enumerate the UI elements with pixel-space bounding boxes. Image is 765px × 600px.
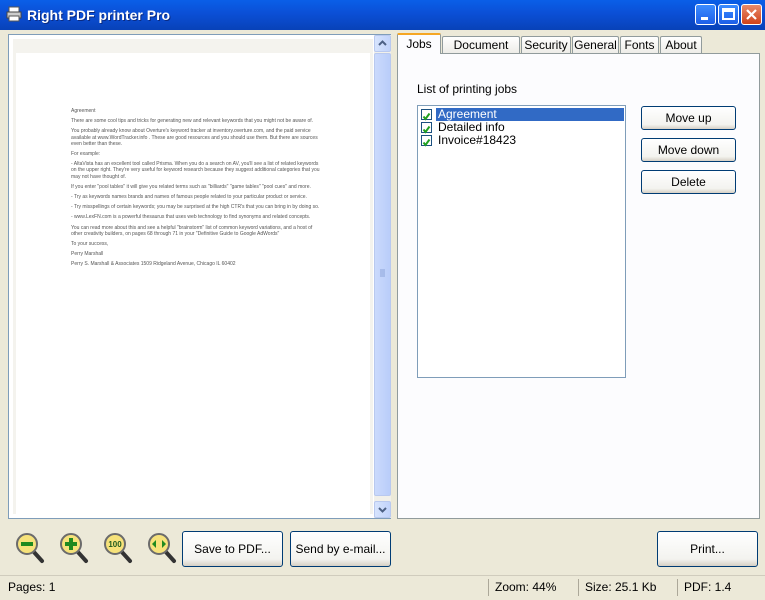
move-down-button[interactable]: Move down — [641, 138, 736, 162]
close-button[interactable] — [741, 4, 762, 25]
preview-paragraph: - www.LexFN.com is a powerful thesaurus … — [71, 214, 311, 221]
preview-paragraph: You probably already know about Overture… — [71, 128, 318, 147]
preview-paragraph: Perry S. Marshall & Associates 1509 Ridg… — [71, 261, 236, 268]
zoom-100-text: 100 — [108, 540, 122, 549]
print-button[interactable]: Print... — [657, 531, 758, 567]
printer-icon — [6, 6, 22, 22]
tab-fonts[interactable]: Fonts — [620, 36, 659, 54]
tab-general[interactable]: General — [572, 36, 619, 54]
move-up-button[interactable]: Move up — [641, 106, 736, 130]
preview-paragraph: - AltaVista has an excellent tool called… — [71, 161, 320, 180]
preview-paragraph: - Try misspellings of certain keywords; … — [71, 204, 320, 211]
preview-scrollbar[interactable] — [374, 35, 391, 518]
status-size: Size: 25.1 Kb — [578, 579, 656, 596]
preview-paragraph: Agreement — [71, 108, 96, 114]
status-pdf-version: PDF: 1.4 — [677, 579, 731, 596]
save-to-pdf-button[interactable]: Save to PDF... — [182, 531, 283, 567]
tab-document-info[interactable]: Document info — [442, 36, 520, 69]
tab-security[interactable]: Security — [521, 36, 571, 54]
scroll-thumb[interactable] — [374, 53, 391, 496]
jobs-list[interactable]: Agreement Detailed info Invoice#18423 — [417, 105, 626, 378]
title-bar[interactable]: Right PDF printer Pro — [0, 0, 765, 30]
fit-width-button[interactable] — [144, 527, 178, 567]
preview-paragraph: Perry Marshall — [71, 251, 104, 258]
fit-width-icon — [148, 533, 176, 563]
preview-text: Agreement There are some cool tips and tr… — [71, 108, 321, 272]
scroll-down-button[interactable] — [374, 501, 391, 518]
job-checkbox[interactable] — [421, 109, 432, 121]
document-preview[interactable]: Agreement There are some cool tips and tr… — [8, 34, 391, 519]
status-pages: Pages: 1 — [8, 580, 56, 594]
preview-page: Agreement There are some cool tips and tr… — [16, 53, 370, 514]
status-bar: Pages: 1 Zoom: 44% Size: 25.1 Kb PDF: 1.… — [0, 575, 765, 600]
app-window: Right PDF printer Pro Agreement There are… — [0, 0, 765, 600]
maximize-button[interactable] — [718, 4, 739, 25]
preview-paragraph: There are some cool tips and tricks for … — [71, 118, 314, 125]
job-item-invoice[interactable]: Invoice#18423 — [421, 134, 624, 147]
zoom-100-button[interactable]: 100 — [100, 527, 134, 567]
window-title: Right PDF printer Pro — [27, 7, 171, 23]
preview-paragraph: You can read more about this and see a h… — [71, 224, 313, 237]
preview-paragraph: To your success, — [71, 241, 109, 248]
jobs-list-title: List of printing jobs — [417, 82, 518, 96]
jobs-panel: List of printing jobs Agreement Detailed… — [397, 53, 760, 519]
scroll-up-button[interactable] — [374, 35, 391, 52]
zoom-in-button[interactable] — [56, 527, 90, 567]
job-label: Invoice#18423 — [438, 133, 517, 147]
zoom-100-icon: 100 — [104, 533, 132, 563]
preview-paragraph: For example: — [71, 151, 101, 158]
preview-paragraph: - Try as keywords names brands and names… — [71, 194, 307, 201]
job-checkbox[interactable] — [421, 122, 432, 134]
status-zoom: Zoom: 44% — [488, 579, 556, 596]
zoom-out-button[interactable] — [12, 527, 46, 567]
zoom-in-icon — [60, 533, 88, 563]
job-checkbox[interactable] — [421, 135, 432, 147]
delete-button[interactable]: Delete — [641, 170, 736, 194]
preview-canvas: Agreement There are some cool tips and tr… — [13, 39, 373, 514]
minimize-button[interactable] — [695, 4, 716, 25]
send-email-button[interactable]: Send by e-mail... — [290, 531, 391, 567]
zoom-out-icon — [16, 533, 44, 563]
tab-jobs[interactable]: Jobs — [397, 33, 441, 54]
preview-paragraph: If you enter "pool tables" it will give … — [71, 183, 311, 190]
tab-about[interactable]: About — [660, 36, 702, 54]
